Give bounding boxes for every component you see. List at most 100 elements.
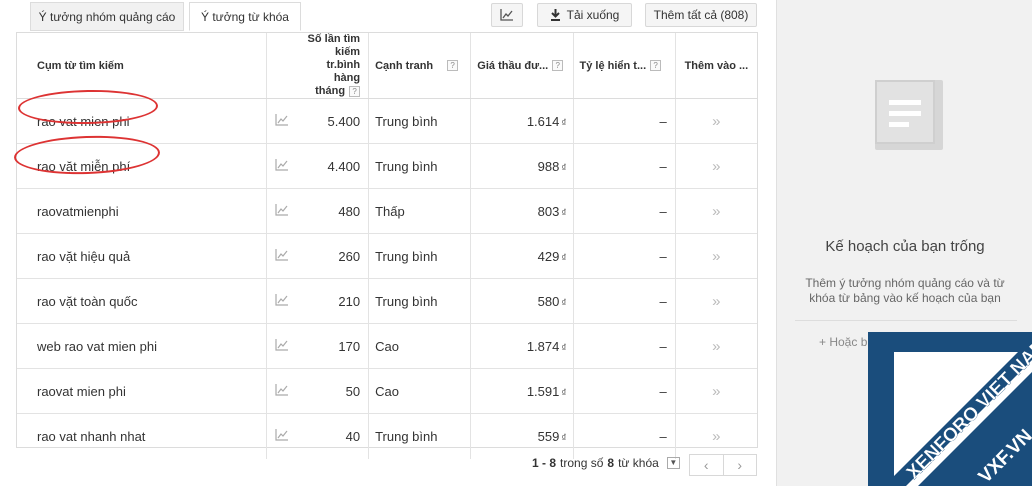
keyword-cell: rao vặt toàn quốc [17, 278, 267, 324]
add-to-plan-button[interactable]: » [675, 233, 757, 279]
empty-plan-icon [875, 80, 943, 150]
add-to-plan-button[interactable]: » [675, 188, 757, 234]
trend-icon[interactable] [266, 143, 298, 189]
keyword-cell: raovatmienphi [17, 188, 267, 234]
add-to-plan-button[interactable]: » [675, 143, 757, 189]
avg-searches-cell: 40 [297, 413, 370, 459]
competition-cell: Trung bình [368, 143, 472, 189]
currency-symbol: ₫ [561, 432, 567, 444]
impression-share-cell: – [573, 98, 676, 144]
avg-searches-cell: 170 [297, 323, 370, 369]
add-to-plan-button[interactable]: » [675, 323, 757, 369]
competition-cell: Trung bình [368, 413, 472, 459]
add-all-button[interactable]: Thêm tất cả (808) [645, 3, 757, 27]
suggested-bid-cell: 803 ₫ [470, 188, 574, 234]
chevron-right-icon: › [737, 457, 743, 473]
avg-searches-cell: 260 [297, 233, 370, 279]
plan-empty-description: Thêm ý tưởng nhóm quảng cáo và từ khóa t… [805, 276, 1005, 305]
trend-icon[interactable] [266, 323, 298, 369]
next-page-button[interactable]: › [724, 455, 757, 475]
double-chevron-right-icon: » [712, 337, 721, 355]
keyword-cell: rao vặt miễn phí [17, 143, 267, 189]
impression-share-cell: – [573, 233, 676, 279]
pagination-of: trong số [560, 456, 604, 470]
double-chevron-right-icon: » [712, 427, 721, 445]
double-chevron-right-icon: » [712, 292, 721, 310]
table-row: raovat mien phi 50 Cao 1.591 ₫ –» [17, 368, 757, 414]
suggested-bid-cell: 580 ₫ [470, 278, 574, 324]
header-impression-share[interactable]: Tỷ lệ hiển t...? [573, 33, 676, 99]
header-competition-label: Cạnh tranh [375, 59, 434, 72]
watermark-logo: XENFORO VIET NAM VXF.VN [868, 332, 1032, 486]
header-trend [266, 33, 298, 99]
suggested-bid-cell: 1.591 ₫ [470, 368, 574, 414]
keyword-table: Cụm từ tìm kiếm Số lần tìm kiếm tr.bình … [16, 32, 758, 459]
table-row: rao vat nhanh nhat 40 Trung bình 559 ₫ –» [17, 413, 757, 459]
impression-share-cell: – [573, 323, 676, 369]
trend-icon[interactable] [266, 188, 298, 234]
help-icon[interactable]: ? [447, 60, 459, 72]
double-chevron-right-icon: » [712, 247, 721, 265]
suggested-bid-cell: 1.614 ₫ [470, 98, 574, 144]
impression-share-cell: – [573, 143, 676, 189]
suggested-bid-cell: 1.874 ₫ [470, 323, 574, 369]
competition-cell: Trung bình [368, 278, 472, 324]
add-to-plan-button[interactable]: » [675, 278, 757, 324]
tab-ad-group-ideas[interactable]: Ý tưởng nhóm quảng cáo [30, 2, 184, 31]
trend-icon[interactable] [266, 414, 297, 459]
plan-alternative-link[interactable]: + Hoặc b [819, 335, 867, 349]
trend-icon[interactable] [266, 233, 298, 279]
suggested-bid-cell: 559 ₫ [470, 413, 574, 459]
avg-searches-cell: 4.400 [297, 143, 370, 189]
download-label: Tải xuống [566, 8, 620, 22]
bid-value: 1.614 [526, 113, 560, 129]
divider [795, 320, 1017, 321]
currency-symbol: ₫ [561, 117, 567, 129]
header-suggested-bid[interactable]: Giá thầu đư...? [470, 33, 574, 99]
trend-icon[interactable] [266, 368, 298, 414]
help-icon[interactable]: ? [650, 60, 662, 72]
page-size-dropdown-icon[interactable]: ▼ [666, 457, 680, 469]
competition-cell: Trung bình [368, 233, 472, 279]
currency-symbol: ₫ [561, 207, 567, 219]
add-to-plan-button[interactable]: » [675, 414, 757, 459]
double-chevron-right-icon: » [712, 202, 721, 220]
keyword-cell: rao vat mien phi [17, 98, 267, 144]
header-avg-searches-line2: tr.bình hàng [326, 59, 361, 84]
bid-value: 1.591 [526, 383, 560, 399]
tab-keyword-ideas[interactable]: Ý tưởng từ khóa [189, 2, 301, 31]
header-keyword[interactable]: Cụm từ tìm kiếm [17, 33, 267, 99]
header-impression-share-label: Tỷ lệ hiển t... [579, 59, 647, 72]
help-icon[interactable]: ? [552, 60, 564, 72]
trend-icon[interactable] [266, 278, 298, 324]
chart-button[interactable] [491, 3, 523, 27]
line-chart-icon [500, 9, 513, 21]
trend-icon[interactable] [266, 98, 298, 144]
competition-cell: Trung bình [368, 98, 472, 144]
add-to-plan-button[interactable]: » [675, 98, 757, 144]
double-chevron-right-icon: » [712, 112, 721, 130]
competition-cell: Cao [368, 368, 472, 414]
header-competition[interactable]: Cạnh tranh? [368, 33, 472, 99]
bid-value: 429 [537, 248, 560, 264]
impression-share-cell: – [573, 188, 676, 234]
download-button[interactable]: Tải xuống [537, 3, 632, 27]
pagination-info: 1 - 8 trong số 8 từ khóa ▼ [532, 456, 680, 470]
impression-share-cell: – [573, 368, 676, 414]
impression-share-cell: – [573, 413, 676, 459]
impression-share-cell: – [573, 278, 676, 324]
currency-symbol: ₫ [561, 252, 567, 264]
competition-cell: Thấp [368, 188, 472, 234]
help-icon[interactable]: ? [349, 85, 361, 97]
header-add-to-plan[interactable]: Thêm vào ... [675, 33, 757, 99]
chevron-left-icon: ‹ [703, 457, 709, 473]
prev-page-button[interactable]: ‹ [690, 455, 724, 475]
avg-searches-cell: 480 [297, 188, 370, 234]
competition-cell: Cao [368, 323, 472, 369]
keyword-cell: web rao vat mien phi [17, 323, 267, 369]
add-to-plan-button[interactable]: » [675, 368, 757, 414]
currency-symbol: ₫ [561, 342, 567, 354]
header-avg-searches[interactable]: Số lần tìm kiếm tr.bình hàng tháng? [297, 33, 370, 99]
double-chevron-right-icon: » [712, 382, 721, 400]
suggested-bid-cell: 988 ₫ [470, 143, 574, 189]
